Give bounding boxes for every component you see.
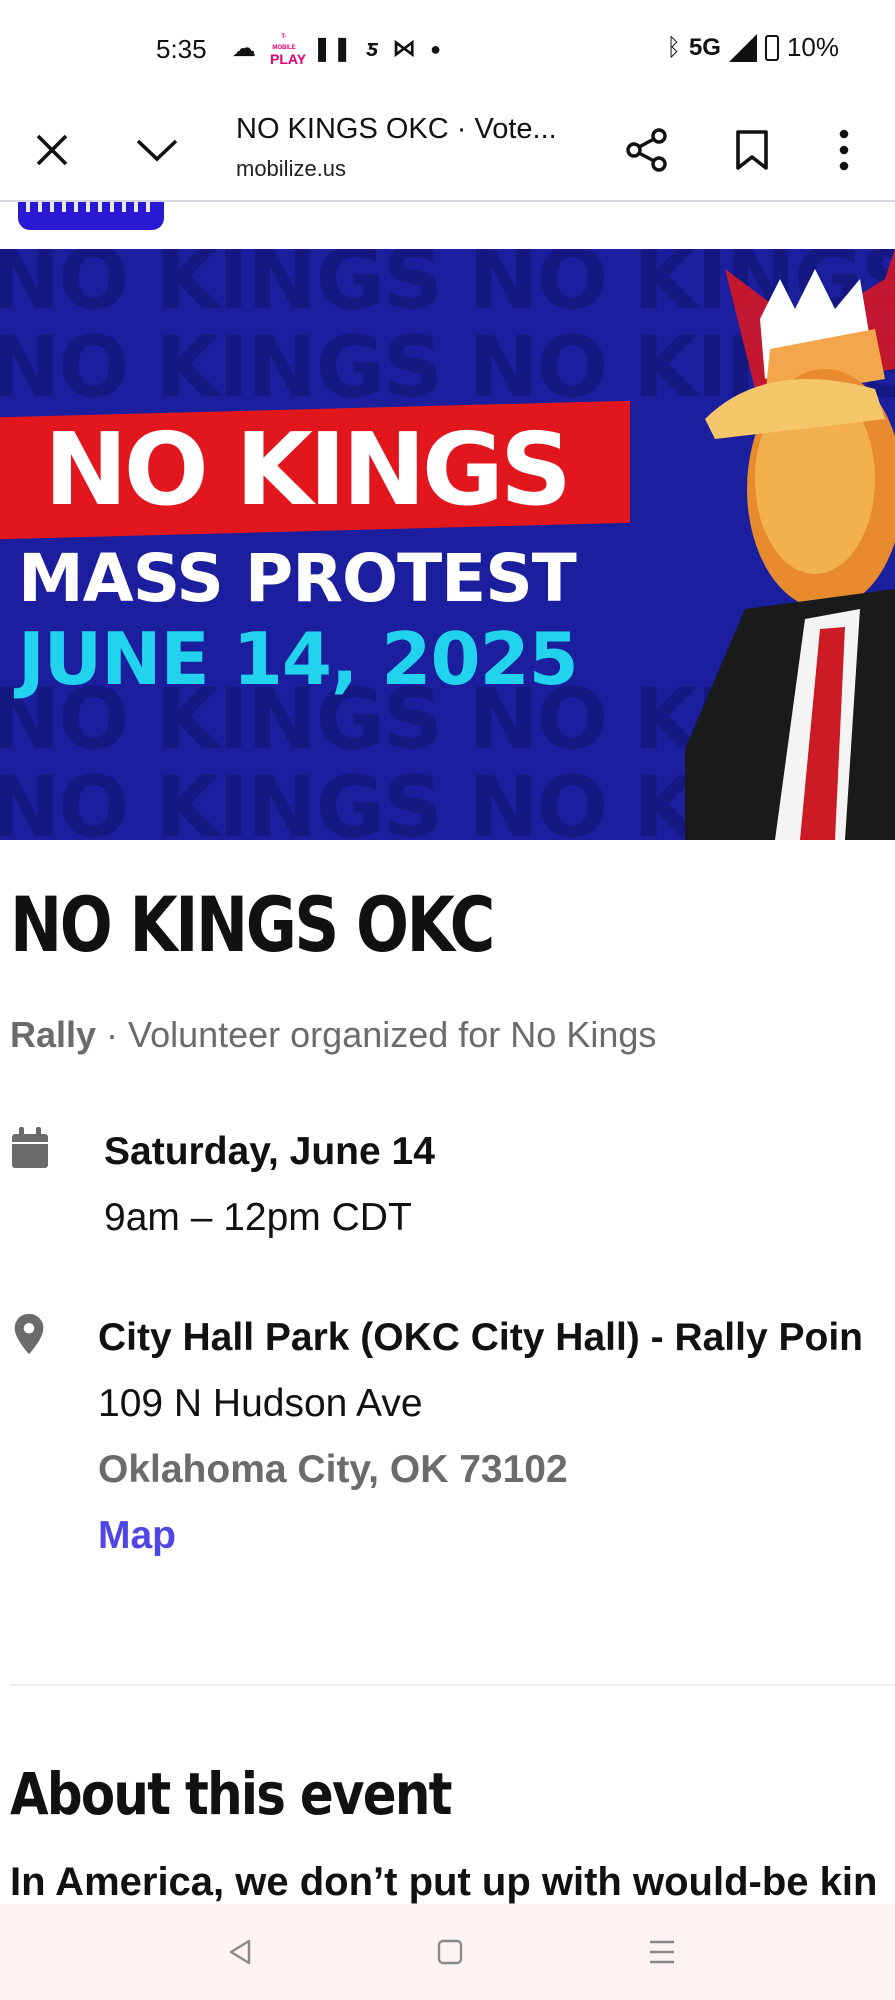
banner-headline: NO KINGS [44,411,572,528]
event-type: Rally [10,1014,97,1055]
back-button[interactable] [218,1930,262,1974]
event-banner-image: NO KINGS NO KINGS NO KINGS NO KINGS NO K… [0,249,895,840]
site-logo[interactable] [18,202,164,230]
bookmark-button[interactable] [720,118,784,182]
event-time: 9am – 12pm CDT [104,1196,412,1239]
event-title: NO KINGS OKC [10,880,495,969]
page-domain: mobilize.us [236,156,347,182]
more-options-button[interactable] [812,118,876,182]
map-link[interactable]: Map [98,1514,176,1558]
page-title: NO KINGS OKC · Vote... [236,113,557,145]
about-heading: About this event [10,1760,453,1828]
chevron-down-icon [136,139,178,162]
home-square-icon [437,1939,463,1965]
notification-icons: ☁ T-MOBILE PLAY ❚❚ ƽ ⋈ ● [232,32,442,67]
cloud-icon: ☁ [232,34,256,62]
location-pin-icon [14,1313,44,1355]
system-navigation-bar [0,1904,895,2000]
battery-level: 10% [786,32,839,62]
share-button[interactable] [615,118,679,182]
share-icon [626,128,667,172]
home-button[interactable] [428,1930,472,1974]
custom-tab-toolbar: NO KINGS OKC · Vote... mobilize.us [0,100,895,202]
calendar-icon [12,1127,48,1168]
status-bar: 5:35 ☁ T-MOBILE PLAY ❚❚ ƽ ⋈ ● ᛒ 5G 10% [0,0,895,100]
status-time: 5:35 [156,34,207,64]
event-organizer: · Volunteer organized for No Kings [96,1014,657,1055]
close-icon [36,134,68,166]
more-vert-icon [839,129,849,171]
butterfly-icon: ⋈ [392,34,417,62]
battery-icon [764,34,779,61]
back-triangle-icon [229,1939,251,1965]
recents-menu-icon [650,1940,674,1964]
recents-button[interactable] [640,1930,684,1974]
pause-icon: ❚❚ [312,34,353,62]
system-icons: ᛒ 5G 10% [667,32,839,63]
signal-icon [728,33,757,62]
tmobile-play-icon: T-MOBILE PLAY [270,34,307,67]
minimize-button[interactable] [125,118,189,182]
banner-date: JUNE 14, 2025 [18,617,579,701]
location-name: City Hall Park (OKC City Hall) - Rally P… [98,1316,863,1359]
about-text: In America, we don’t put up with would-b… [10,1860,878,1904]
location-address: 109 N Hudson Ave [98,1382,423,1425]
section-divider [10,1684,895,1686]
close-button[interactable] [20,118,84,182]
event-date: Saturday, June 14 [104,1130,435,1173]
location-city: Oklahoma City, OK 73102 [98,1448,568,1491]
site-header-partial [0,202,895,249]
dot-icon: ● [430,38,442,59]
page-title-area[interactable]: NO KINGS OKC · Vote... mobilize.us [236,106,581,182]
event-subtitle: Rally · Volunteer organized for No Kings [10,1014,656,1056]
bluetooth-icon: ᛒ [666,33,681,61]
network-type: 5G [688,33,721,61]
bookmark-icon [736,130,768,170]
banner-portrait-illustration [685,249,895,840]
app-s-icon: ƽ [366,34,379,62]
banner-subheadline: MASS PROTEST [18,540,577,617]
